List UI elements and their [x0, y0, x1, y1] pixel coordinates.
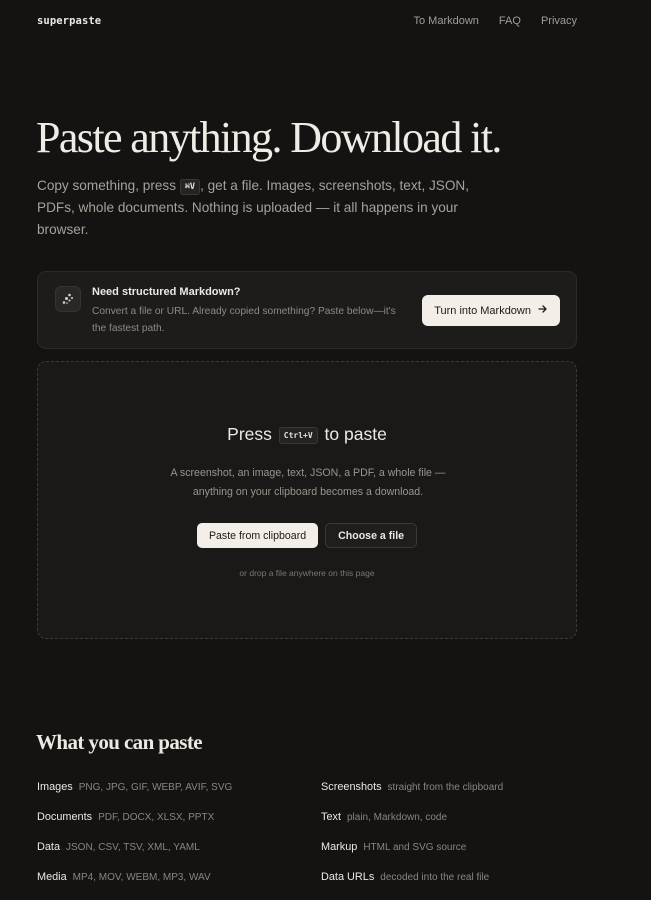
paste-shortcut-key: Ctrl+V	[278, 427, 318, 444]
shortcut-key: ⌘V	[179, 179, 201, 195]
format-item-data: Data JSON, CSV, TSV, XML, YAML	[37, 841, 200, 853]
format-item-text: Text plain, Markdown, code	[321, 811, 447, 823]
format-name: Documents	[37, 811, 93, 823]
turn-into-markdown-label: Turn into Markdown	[434, 304, 531, 317]
format-name: Markup	[321, 841, 358, 853]
nav-link-privacy[interactable]: Privacy	[541, 15, 577, 27]
format-name: Images	[37, 781, 73, 793]
format-item-data-urls: Data URLs decoded into the real file	[321, 871, 489, 883]
markdown-card-title: Need structured Markdown?	[92, 286, 241, 298]
markdown-card-description: Convert a file or URL. Already copied so…	[92, 306, 396, 334]
format-desc: PNG, JPG, GIF, WEBP, AVIF, SVG	[78, 782, 233, 793]
sparkle-icon	[55, 286, 81, 312]
paste-zone-description: A screenshot, an image, text, JSON, a PD…	[170, 467, 446, 498]
drop-hint: or drop a file anywhere on this page	[239, 568, 375, 578]
site-logo[interactable]: superpaste	[37, 15, 101, 27]
format-desc: straight from the clipboard	[387, 782, 504, 793]
format-name: Data	[37, 841, 61, 853]
format-name: Data URLs	[321, 871, 375, 883]
format-desc: MP4, MOV, WEBM, MP3, WAV	[72, 872, 211, 883]
top-nav: To Markdown FAQ Privacy	[414, 15, 578, 27]
format-name: Media	[37, 871, 67, 883]
turn-into-markdown-button[interactable]: Turn into Markdown	[422, 295, 560, 326]
format-desc: decoded into the real file	[380, 872, 490, 883]
format-item-screenshots: Screenshots straight from the clipboard	[321, 781, 503, 793]
format-desc: PDF, DOCX, XLSX, PPTX	[98, 812, 215, 823]
formats-section-title: What you can paste	[36, 730, 203, 754]
markdown-promo-card: Need structured Markdown? Convert a file…	[37, 271, 577, 349]
nav-link-faq[interactable]: FAQ	[499, 15, 521, 27]
format-name: Screenshots	[321, 781, 382, 793]
format-item-documents: Documents PDF, DOCX, XLSX, PPTX	[37, 811, 214, 823]
format-desc: JSON, CSV, TSV, XML, YAML	[66, 842, 200, 853]
paste-from-clipboard-button[interactable]: Paste from clipboard	[196, 523, 319, 548]
format-desc: HTML and SVG source	[363, 842, 467, 853]
format-item-images: Images PNG, JPG, GIF, WEBP, AVIF, SVG	[37, 781, 232, 793]
choose-file-button[interactable]: Choose a file	[325, 523, 418, 548]
paste-zone-actions: Paste from clipboard Choose a file	[38, 523, 576, 548]
nav-link-to-markdown[interactable]: To Markdown	[414, 15, 479, 27]
paste-title-before: Press	[227, 424, 272, 444]
paste-zone-title: Press Ctrl+V to paste	[38, 424, 576, 445]
page-title: Paste anything. Download it.	[36, 113, 502, 162]
format-item-media: Media MP4, MOV, WEBM, MP3, WAV	[37, 871, 211, 883]
paste-drop-zone[interactable]: Press Ctrl+V to paste A screenshot, an i…	[37, 361, 577, 639]
paste-title-after: to paste	[324, 424, 387, 444]
site-header: superpaste To Markdown FAQ Privacy	[37, 0, 577, 42]
hero-description: Copy something, press ⌘V, get a file. Im…	[37, 175, 487, 241]
format-item-markup: Markup HTML and SVG source	[321, 841, 466, 853]
format-name: Text	[321, 811, 341, 823]
arrow-right-icon	[538, 304, 548, 317]
hero-text-before: Copy something, press	[37, 178, 180, 193]
format-desc: plain, Markdown, code	[346, 812, 448, 823]
